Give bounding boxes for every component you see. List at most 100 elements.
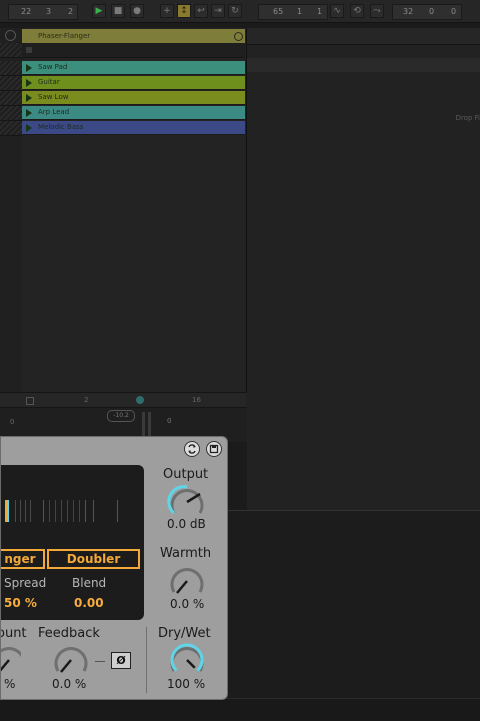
stop-slot[interactable] — [0, 76, 22, 91]
tap-line — [67, 500, 68, 522]
loop-length-field[interactable]: 32 0 0 — [392, 4, 462, 20]
tap-line — [93, 500, 94, 522]
clip-saw-pad[interactable]: Saw Pad — [22, 61, 245, 75]
clip-name: Melodic Bass — [38, 123, 84, 131]
track-fold-icon[interactable] — [234, 32, 243, 41]
tap-line — [55, 500, 56, 522]
clip-saw-low[interactable]: Saw Low — [22, 91, 245, 105]
stop-slot[interactable] — [0, 43, 22, 58]
scene-bar-value-a: 2 — [84, 396, 89, 404]
clip-melodic-bass[interactable]: Melodic Bass — [22, 121, 245, 135]
tap-line — [25, 500, 26, 522]
drop-area-header — [247, 28, 480, 45]
tap-line — [43, 500, 44, 522]
clip-arp-lead[interactable]: Arp Lead — [22, 106, 245, 120]
dry-wet-knob[interactable] — [167, 642, 207, 678]
track-header[interactable]: Phaser-Flanger — [22, 29, 245, 43]
clip-name: Saw Low — [38, 93, 69, 101]
tap-line — [61, 500, 62, 522]
scene-stop-icon[interactable] — [26, 397, 34, 405]
record-button[interactable]: ● — [130, 4, 144, 18]
slot-stop-icon — [26, 47, 32, 53]
tap-line — [117, 500, 118, 522]
stop-slot[interactable] — [0, 106, 22, 121]
position-beat: 3 — [46, 7, 52, 16]
loop-sixteenth: 0 — [451, 7, 457, 16]
warmth-knob[interactable] — [167, 563, 207, 599]
clip-name: Saw Pad — [38, 63, 68, 71]
clip-guitar[interactable]: Guitar — [22, 76, 245, 90]
browser-drop-area[interactable]: Drop Fi — [247, 28, 480, 510]
clip-name: Arp Lead — [38, 108, 70, 116]
output-label: Output — [163, 467, 209, 482]
arrangement-position-field[interactable]: 65 1 1 — [258, 4, 328, 20]
arrangement-beat: 1 — [297, 7, 303, 16]
hot-swap-icon[interactable] — [184, 441, 200, 457]
scene-indicator-icon — [136, 396, 144, 404]
song-position-field[interactable]: 22 3 2 — [8, 4, 78, 20]
invert-phase-button[interactable]: Ø — [111, 652, 131, 669]
position-sixteenth: 2 — [68, 7, 74, 16]
feedback-link-line — [95, 661, 105, 662]
loop-switch-button[interactable]: ⟲ — [350, 4, 364, 18]
amount-label: ount — [1, 626, 27, 641]
chorus-ensemble-device: nger Doubler Spread 50 % Blend 0.00 Outp… — [0, 436, 228, 700]
follow-button[interactable]: ⇥ — [211, 4, 225, 18]
blend-label: Blend — [72, 576, 107, 590]
blend-value[interactable]: 0.00 — [74, 596, 104, 610]
clip-play-icon[interactable] — [26, 124, 32, 132]
warmth-value: 0.0 % — [170, 597, 205, 611]
track-name: Phaser-Flanger — [38, 32, 91, 40]
tap-line — [15, 500, 16, 522]
feedback-label: Feedback — [38, 626, 100, 641]
position-bar: 22 — [21, 7, 32, 16]
clip-name: Guitar — [38, 78, 60, 86]
draw-mode-button[interactable]: ∿ — [330, 4, 344, 18]
tap-line — [7, 500, 9, 522]
output-knob[interactable] — [167, 484, 207, 520]
send-value: 0 — [10, 418, 15, 426]
loop-bar: 32 — [403, 7, 414, 16]
clip-play-icon[interactable] — [26, 94, 32, 102]
stop-slot[interactable] — [0, 91, 22, 106]
feedback-value: 0.0 % — [52, 677, 87, 691]
stop-slot[interactable] — [0, 121, 22, 136]
drop-area-row — [247, 58, 480, 72]
clip-play-icon[interactable] — [26, 79, 32, 87]
tap-line — [5, 500, 7, 522]
detail-pane — [228, 510, 480, 699]
mode-button-classic[interactable]: nger — [1, 549, 45, 569]
clip-play-icon[interactable] — [26, 64, 32, 72]
tap-line — [73, 500, 74, 522]
spread-value[interactable]: 50 % — [4, 596, 37, 610]
stop-button[interactable]: ■ — [111, 4, 125, 18]
feedback-knob[interactable] — [51, 642, 91, 678]
tap-line — [79, 500, 80, 522]
master-settings-icon[interactable] — [5, 30, 16, 41]
tap-line — [30, 500, 31, 522]
save-preset-icon[interactable] — [206, 441, 222, 457]
add-icon[interactable]: + — [160, 4, 174, 18]
automation-arm-button[interactable]: ↕ — [177, 4, 191, 18]
punch-in-button[interactable]: ↩ — [194, 4, 208, 18]
warmth-label: Warmth — [160, 546, 212, 561]
play-button[interactable]: ▶ — [92, 4, 106, 18]
loop-icon[interactable]: ↻ — [228, 4, 242, 18]
spread-label: Spread — [4, 576, 47, 590]
scene-bar-value-b: 16 — [192, 396, 201, 404]
mode-button-doubler[interactable]: Doubler — [47, 549, 140, 569]
tap-line — [85, 500, 86, 522]
volume-field[interactable]: -10.2 — [107, 410, 135, 422]
amount-knob[interactable] — [0, 642, 21, 678]
scene-bar: 2 16 — [0, 392, 247, 408]
punch-out-button[interactable]: ⤳ — [370, 4, 384, 18]
dry-wet-pointer — [186, 659, 196, 669]
empty-clip-slot[interactable] — [22, 43, 245, 58]
section-divider — [146, 627, 147, 693]
stop-slot[interactable] — [0, 61, 22, 76]
output-value: 0.0 dB — [167, 517, 206, 531]
mode-a-label: nger — [4, 552, 36, 566]
mode-b-label: Doubler — [66, 552, 121, 566]
clip-play-icon[interactable] — [26, 109, 32, 117]
loop-beat: 0 — [429, 7, 435, 16]
